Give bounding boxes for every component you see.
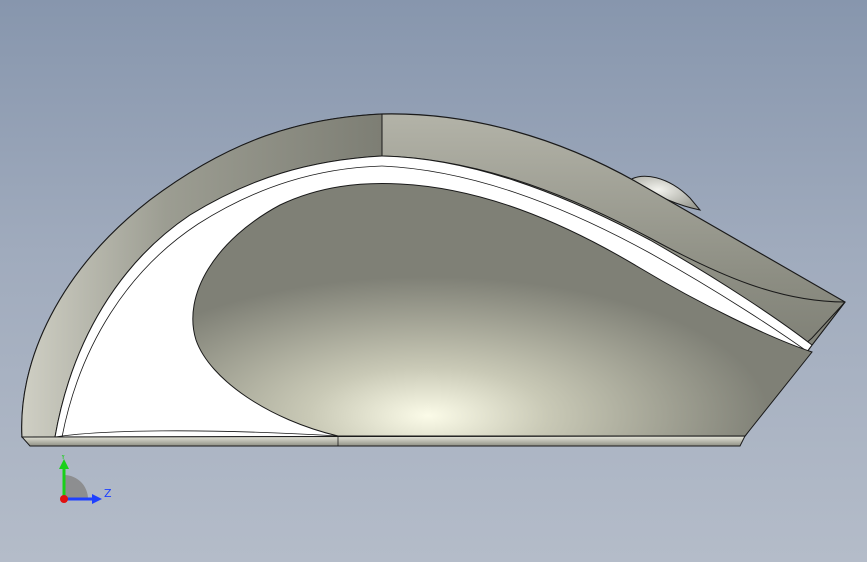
origin-icon (60, 495, 68, 503)
mouse-base (20, 435, 746, 447)
triad-background-arc (64, 475, 88, 499)
view-orientation-triad[interactable]: Y Z (50, 455, 120, 510)
mouse-model[interactable] (0, 0, 867, 562)
z-axis-arrow-icon (92, 494, 102, 504)
z-axis-label: Z (104, 487, 112, 500)
3d-viewport[interactable]: Y Z (0, 0, 867, 562)
y-axis-label: Y (60, 455, 66, 461)
